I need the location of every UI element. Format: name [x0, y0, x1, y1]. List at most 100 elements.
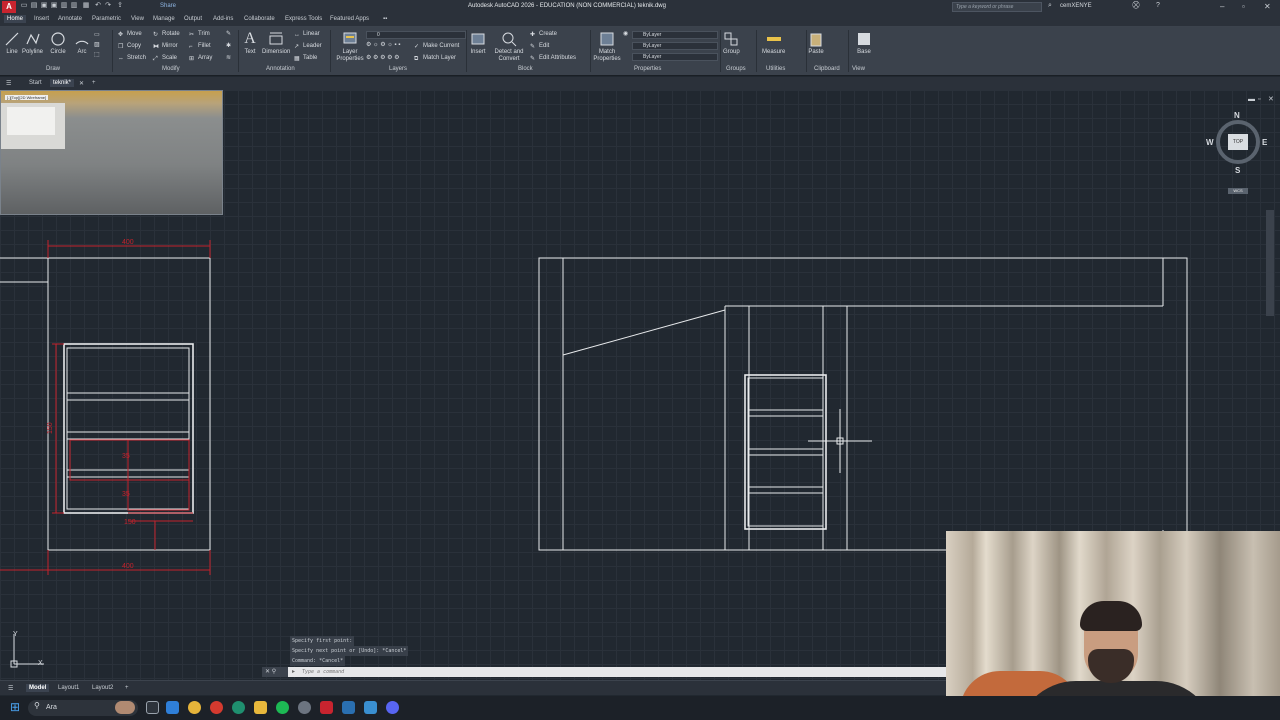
store-icon[interactable]	[364, 701, 377, 714]
viewport-close-icon[interactable]: ✕	[1268, 95, 1274, 103]
match-layer-tool[interactable]: ⧉ Match Layer	[414, 54, 456, 62]
linetype-dropdown[interactable]: ByLayer	[632, 53, 718, 61]
draw-panel-title[interactable]: Draw	[46, 66, 60, 72]
erase-icon[interactable]: ✎	[226, 30, 231, 38]
close-button[interactable]: ✕	[1264, 2, 1271, 12]
hatch-icon[interactable]: ▨	[94, 41, 100, 49]
scale-tool[interactable]: ⤢ Scale	[153, 54, 177, 62]
compass-west[interactable]: W	[1206, 138, 1214, 147]
steam-icon[interactable]	[342, 701, 355, 714]
tab-annotate[interactable]: Annotate	[58, 16, 82, 22]
new-file-icon[interactable]: ▭	[20, 2, 28, 10]
rectangle-icon[interactable]: ▭	[94, 31, 100, 39]
lineweight-dropdown[interactable]: ByLayer	[632, 42, 718, 50]
stretch-tool[interactable]: ⇔ Stretch	[118, 54, 146, 62]
explode-icon[interactable]: ✱	[226, 42, 231, 50]
utilities-panel-title[interactable]: Utilities	[766, 66, 785, 72]
clipboard-panel-title[interactable]: Clipboard	[814, 66, 840, 72]
group-tool[interactable]: Group	[723, 31, 740, 55]
table-tool[interactable]: ▦ Table	[294, 54, 317, 62]
undo-icon[interactable]: ↶	[94, 2, 102, 10]
copy-tool[interactable]: ❐ Copy	[118, 42, 141, 50]
paste-tool[interactable]: Paste	[808, 31, 824, 55]
command-input[interactable]	[302, 668, 902, 676]
chrome-icon[interactable]	[188, 701, 201, 714]
tab-add-ins[interactable]: Add-ins	[213, 16, 233, 22]
view-panel-title[interactable]: View	[852, 66, 865, 72]
compass-north[interactable]: N	[1234, 111, 1240, 120]
browser-icon[interactable]	[232, 701, 245, 714]
viewcube-top-face[interactable]: TOP	[1228, 134, 1248, 150]
array-tool[interactable]: ⊞ Array	[189, 54, 212, 62]
offset-icon[interactable]: ≋	[226, 54, 231, 62]
opera-icon[interactable]	[210, 701, 223, 714]
tab-view[interactable]: View	[131, 16, 144, 22]
autocad-taskbar-icon[interactable]	[320, 701, 333, 714]
boundary-icon[interactable]: ⬚	[94, 51, 100, 59]
web-save-icon[interactable]: ▥	[70, 2, 78, 10]
insert-block-tool[interactable]: Insert	[470, 31, 486, 55]
create-block-tool[interactable]: ✚ Create	[530, 30, 557, 38]
app-icon[interactable]	[298, 701, 311, 714]
tab-featured-apps[interactable]: Featured Apps	[330, 16, 369, 22]
make-current-tool[interactable]: ✓ Make Current	[414, 42, 459, 50]
color-picker-icon[interactable]: ◉	[623, 30, 628, 38]
layout-menu-icon[interactable]: ☰	[8, 685, 13, 692]
color-dropdown[interactable]: ByLayer	[632, 31, 718, 39]
file-explorer-icon[interactable]	[254, 701, 267, 714]
wcs-menu[interactable]: WCS	[1228, 188, 1248, 194]
layers-panel-title[interactable]: Layers	[389, 66, 407, 72]
circle-tool[interactable]: Circle	[50, 31, 66, 55]
groups-panel-title[interactable]: Groups	[726, 66, 746, 72]
file-tab-teknik[interactable]: teknik*	[50, 79, 75, 87]
task-view-icon[interactable]	[146, 701, 159, 714]
detect-convert-tool[interactable]: Detect and Convert	[493, 31, 525, 63]
tab-model[interactable]: Model	[26, 684, 50, 692]
web-open-icon[interactable]: ▥	[60, 2, 68, 10]
save-as-icon[interactable]: ▣	[50, 2, 58, 10]
properties-panel-title[interactable]: Properties	[634, 66, 661, 72]
line-tool[interactable]: Line	[4, 31, 20, 55]
block-panel-title[interactable]: Block	[518, 66, 533, 72]
discord-icon[interactable]	[386, 701, 399, 714]
compass-east[interactable]: E	[1262, 138, 1267, 147]
tab-collaborate[interactable]: Collaborate	[244, 16, 275, 22]
user-account[interactable]: cemXENYE	[1060, 3, 1092, 9]
polyline-tool[interactable]: Polyline	[22, 31, 43, 55]
menu-icon[interactable]: ☰	[6, 80, 11, 87]
command-line-controls[interactable]: ✕ ⚲	[262, 667, 288, 677]
rotate-tool[interactable]: ↻ Rotate	[153, 30, 180, 38]
close-tab-icon[interactable]: ✕	[79, 80, 84, 87]
navigation-bar[interactable]	[1266, 210, 1274, 316]
file-tab-start[interactable]: Start	[29, 80, 42, 86]
linear-tool[interactable]: ↔ Linear	[294, 30, 320, 38]
fillet-tool[interactable]: ⌐ Fillet	[189, 42, 211, 50]
help-icon[interactable]: ?	[1154, 2, 1162, 10]
annotation-panel-title[interactable]: Annotation	[266, 66, 295, 72]
cart-icon[interactable]: ⛒	[1132, 2, 1140, 10]
search-icon[interactable]: ⌕	[1046, 2, 1054, 10]
search-highlight-icon[interactable]	[115, 701, 135, 714]
mirror-tool[interactable]: ⧓ Mirror	[153, 42, 178, 50]
dimension-tool[interactable]: Dimension	[262, 31, 290, 55]
match-properties-tool[interactable]: Match Properties	[592, 31, 622, 63]
move-tool[interactable]: ✥ Move	[118, 30, 142, 38]
tab-home[interactable]: Home	[4, 15, 27, 23]
help-search-input[interactable]: Type a keyword or phrase	[952, 2, 1042, 12]
edit-attributes-tool[interactable]: ✎ Edit Attributes	[530, 54, 576, 62]
tab-express-tools[interactable]: Express Tools	[285, 16, 322, 22]
viewport-controls-label[interactable]: [-][Top][2D Wireframe]	[5, 95, 49, 100]
ribbon-options-icon[interactable]: ▪▪	[383, 16, 387, 22]
application-menu-button[interactable]: A	[2, 1, 16, 13]
tab-insert[interactable]: Insert	[34, 16, 49, 22]
plot-icon[interactable]: ▦	[82, 2, 90, 10]
layer-state-icons[interactable]: ⚙ ☼ ⚙ ☼ ▪ ▪	[366, 41, 400, 49]
layer-tool-icons[interactable]: ⚙ ⚙ ⚙ ⚙ ⚙	[366, 54, 400, 62]
share-icon[interactable]: ⇪	[116, 2, 124, 10]
redo-icon[interactable]: ↷	[104, 2, 112, 10]
open-file-icon[interactable]: ▤	[30, 2, 38, 10]
base-view-tool[interactable]: Base	[856, 31, 872, 55]
add-layout-icon[interactable]: +	[125, 685, 129, 691]
restore-button[interactable]: ▫	[1242, 2, 1245, 12]
compass-south[interactable]: S	[1235, 166, 1240, 175]
